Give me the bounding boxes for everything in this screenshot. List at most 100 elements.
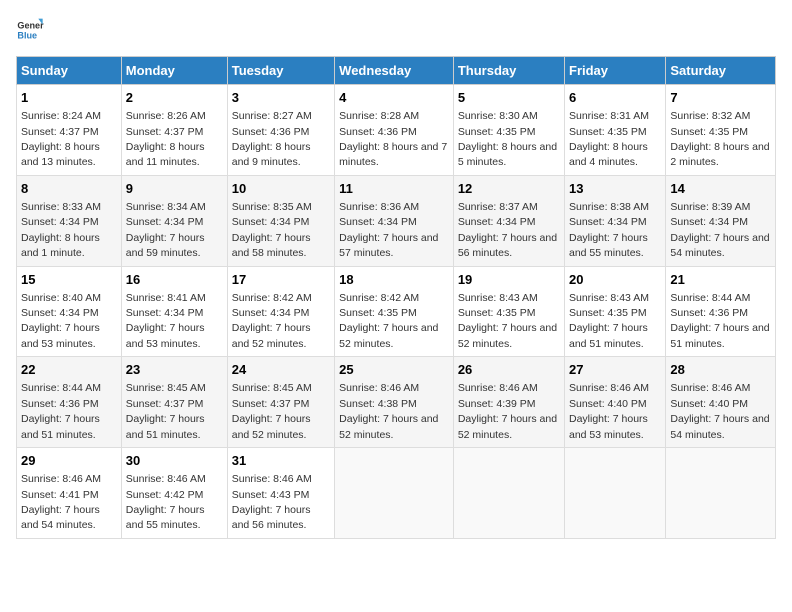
day-number: 8 [21,180,117,198]
sunset-text: Sunset: 4:36 PM [21,398,99,410]
daylight-text: Daylight: 8 hours and 13 minutes. [21,141,100,168]
day-number: 24 [232,361,330,379]
sunrise-text: Sunrise: 8:33 AM [21,201,101,213]
sunset-text: Sunset: 4:35 PM [569,126,647,138]
daylight-text: Daylight: 7 hours and 55 minutes. [569,232,648,259]
sunrise-text: Sunrise: 8:40 AM [21,292,101,304]
sunset-text: Sunset: 4:36 PM [339,126,417,138]
sunset-text: Sunset: 4:34 PM [21,307,99,319]
daylight-text: Daylight: 7 hours and 56 minutes. [232,504,311,531]
day-number: 4 [339,89,449,107]
sunset-text: Sunset: 4:37 PM [21,126,99,138]
sunrise-text: Sunrise: 8:44 AM [670,292,750,304]
day-number: 10 [232,180,330,198]
day-number: 16 [126,271,223,289]
day-cell: 20 Sunrise: 8:43 AM Sunset: 4:35 PM Dayl… [565,266,666,357]
day-number: 1 [21,89,117,107]
svg-text:General: General [17,21,44,31]
daylight-text: Daylight: 8 hours and 9 minutes. [232,141,311,168]
daylight-text: Daylight: 8 hours and 2 minutes. [670,141,769,168]
daylight-text: Daylight: 7 hours and 59 minutes. [126,232,205,259]
day-cell [666,448,776,539]
sunrise-text: Sunrise: 8:42 AM [339,292,419,304]
sunrise-text: Sunrise: 8:31 AM [569,110,649,122]
sunrise-text: Sunrise: 8:26 AM [126,110,206,122]
day-cell: 17 Sunrise: 8:42 AM Sunset: 4:34 PM Dayl… [227,266,334,357]
sunrise-text: Sunrise: 8:27 AM [232,110,312,122]
sunset-text: Sunset: 4:36 PM [232,126,310,138]
sunrise-text: Sunrise: 8:46 AM [232,473,312,485]
daylight-text: Daylight: 7 hours and 51 minutes. [126,413,205,440]
sunset-text: Sunset: 4:34 PM [126,307,204,319]
daylight-text: Daylight: 8 hours and 1 minute. [21,232,100,259]
day-cell: 23 Sunrise: 8:45 AM Sunset: 4:37 PM Dayl… [121,357,227,448]
sunset-text: Sunset: 4:37 PM [232,398,310,410]
daylight-text: Daylight: 8 hours and 5 minutes. [458,141,557,168]
day-cell: 19 Sunrise: 8:43 AM Sunset: 4:35 PM Dayl… [453,266,564,357]
week-row-1: 1 Sunrise: 8:24 AM Sunset: 4:37 PM Dayli… [17,85,776,176]
day-cell: 28 Sunrise: 8:46 AM Sunset: 4:40 PM Dayl… [666,357,776,448]
weekday-header-saturday: Saturday [666,57,776,85]
sunset-text: Sunset: 4:35 PM [670,126,748,138]
sunrise-text: Sunrise: 8:41 AM [126,292,206,304]
day-number: 23 [126,361,223,379]
daylight-text: Daylight: 7 hours and 58 minutes. [232,232,311,259]
day-number: 17 [232,271,330,289]
day-number: 28 [670,361,771,379]
weekday-header-tuesday: Tuesday [227,57,334,85]
sunset-text: Sunset: 4:37 PM [126,126,204,138]
day-cell: 12 Sunrise: 8:37 AM Sunset: 4:34 PM Dayl… [453,175,564,266]
day-number: 15 [21,271,117,289]
sunrise-text: Sunrise: 8:46 AM [21,473,101,485]
day-number: 2 [126,89,223,107]
day-cell: 16 Sunrise: 8:41 AM Sunset: 4:34 PM Dayl… [121,266,227,357]
day-cell: 2 Sunrise: 8:26 AM Sunset: 4:37 PM Dayli… [121,85,227,176]
daylight-text: Daylight: 7 hours and 52 minutes. [458,413,557,440]
sunrise-text: Sunrise: 8:38 AM [569,201,649,213]
weekday-header-row: SundayMondayTuesdayWednesdayThursdayFrid… [17,57,776,85]
weekday-header-friday: Friday [565,57,666,85]
day-cell: 25 Sunrise: 8:46 AM Sunset: 4:38 PM Dayl… [335,357,454,448]
sunrise-text: Sunrise: 8:30 AM [458,110,538,122]
sunset-text: Sunset: 4:39 PM [458,398,536,410]
calendar-table: SundayMondayTuesdayWednesdayThursdayFrid… [16,56,776,539]
day-cell: 14 Sunrise: 8:39 AM Sunset: 4:34 PM Dayl… [666,175,776,266]
sunset-text: Sunset: 4:36 PM [670,307,748,319]
day-number: 19 [458,271,560,289]
logo: General Blue [16,16,44,44]
day-cell: 9 Sunrise: 8:34 AM Sunset: 4:34 PM Dayli… [121,175,227,266]
weekday-header-thursday: Thursday [453,57,564,85]
daylight-text: Daylight: 7 hours and 57 minutes. [339,232,438,259]
daylight-text: Daylight: 8 hours and 11 minutes. [126,141,205,168]
day-number: 13 [569,180,661,198]
day-number: 12 [458,180,560,198]
day-cell: 13 Sunrise: 8:38 AM Sunset: 4:34 PM Dayl… [565,175,666,266]
weekday-header-sunday: Sunday [17,57,122,85]
page-header: General Blue [16,16,776,44]
day-cell: 18 Sunrise: 8:42 AM Sunset: 4:35 PM Dayl… [335,266,454,357]
sunrise-text: Sunrise: 8:46 AM [569,382,649,394]
sunrise-text: Sunrise: 8:36 AM [339,201,419,213]
week-row-5: 29 Sunrise: 8:46 AM Sunset: 4:41 PM Dayl… [17,448,776,539]
day-number: 20 [569,271,661,289]
week-row-2: 8 Sunrise: 8:33 AM Sunset: 4:34 PM Dayli… [17,175,776,266]
sunset-text: Sunset: 4:35 PM [569,307,647,319]
daylight-text: Daylight: 7 hours and 52 minutes. [232,413,311,440]
day-cell: 1 Sunrise: 8:24 AM Sunset: 4:37 PM Dayli… [17,85,122,176]
day-number: 5 [458,89,560,107]
daylight-text: Daylight: 7 hours and 54 minutes. [670,232,769,259]
day-cell: 22 Sunrise: 8:44 AM Sunset: 4:36 PM Dayl… [17,357,122,448]
daylight-text: Daylight: 7 hours and 54 minutes. [670,413,769,440]
day-cell: 30 Sunrise: 8:46 AM Sunset: 4:42 PM Dayl… [121,448,227,539]
sunset-text: Sunset: 4:34 PM [126,216,204,228]
day-number: 30 [126,452,223,470]
day-cell: 5 Sunrise: 8:30 AM Sunset: 4:35 PM Dayli… [453,85,564,176]
day-cell [453,448,564,539]
sunset-text: Sunset: 4:34 PM [232,307,310,319]
day-cell: 10 Sunrise: 8:35 AM Sunset: 4:34 PM Dayl… [227,175,334,266]
day-cell: 21 Sunrise: 8:44 AM Sunset: 4:36 PM Dayl… [666,266,776,357]
sunrise-text: Sunrise: 8:32 AM [670,110,750,122]
day-cell: 7 Sunrise: 8:32 AM Sunset: 4:35 PM Dayli… [666,85,776,176]
sunset-text: Sunset: 4:34 PM [339,216,417,228]
daylight-text: Daylight: 7 hours and 51 minutes. [569,322,648,349]
